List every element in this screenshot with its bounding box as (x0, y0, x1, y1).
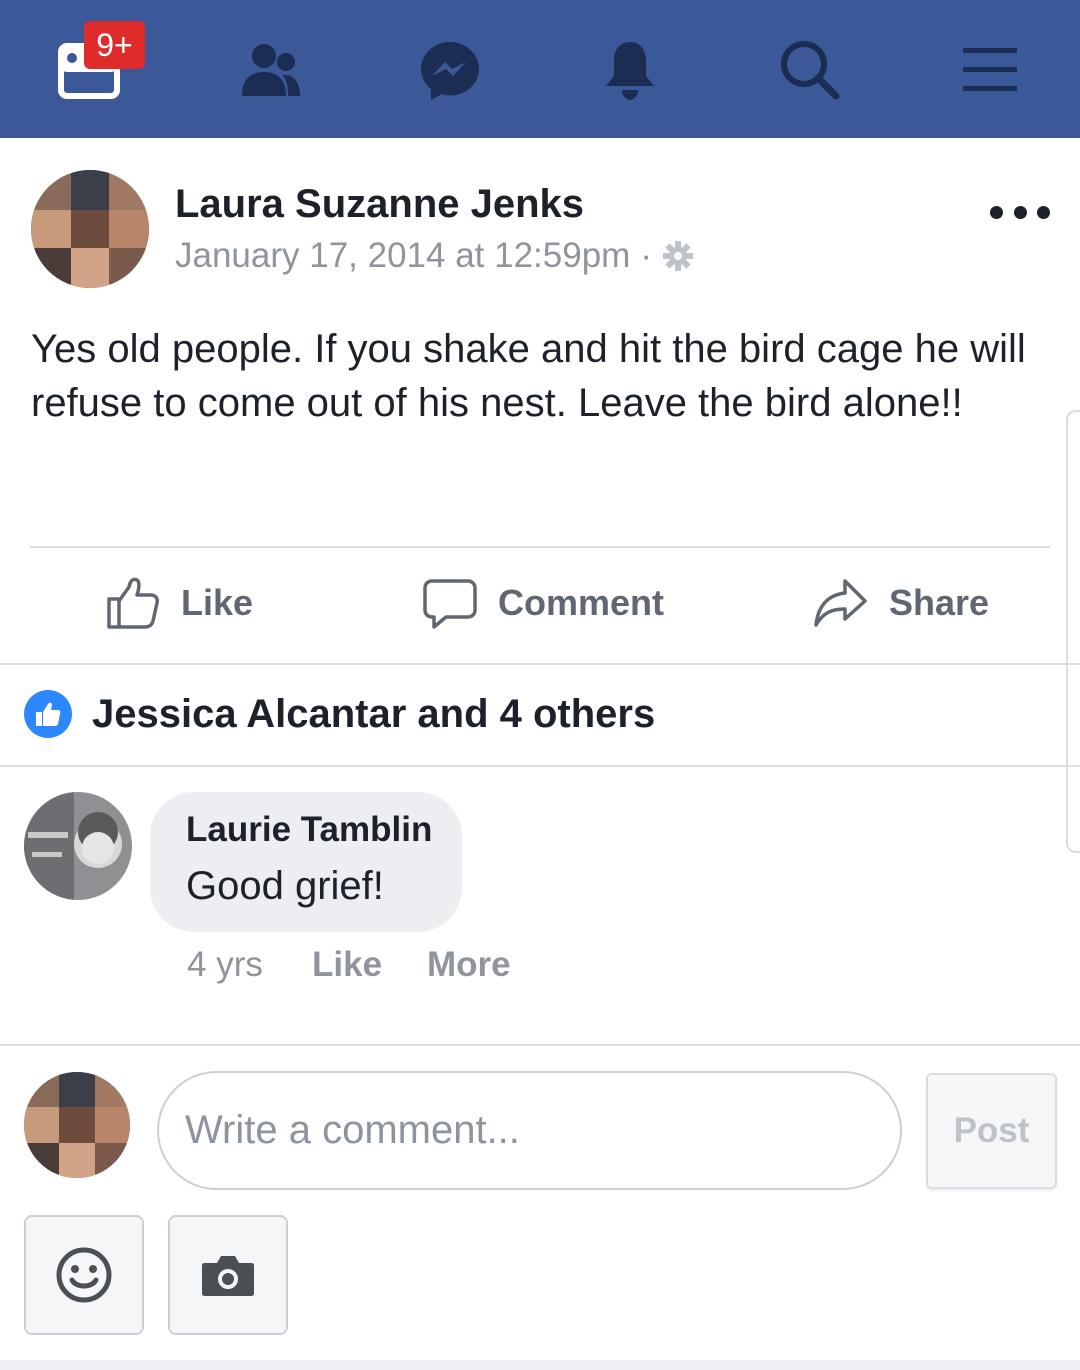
comment-bubble-icon (423, 579, 477, 629)
smiley-icon (56, 1247, 112, 1303)
friends-icon (242, 44, 300, 96)
top-nav-bar: 9+ (0, 0, 1080, 138)
privacy-gear-icon (662, 241, 693, 271)
current-user-avatar (24, 1072, 130, 1178)
post-meta: January 17, 2014 at 12:59pm · (175, 236, 694, 276)
dot (990, 205, 1003, 219)
like-button[interactable]: Like (105, 568, 253, 638)
post-author-name[interactable]: Laura Suzanne Jenks (175, 182, 584, 227)
comment-input[interactable]: Write a comment... (157, 1071, 902, 1190)
commenter-avatar[interactable] (24, 792, 132, 900)
dot (1013, 205, 1027, 219)
share-arrow-icon (814, 579, 867, 627)
scrollbar[interactable] (1066, 410, 1080, 853)
meta-separator: · (640, 236, 652, 275)
comment-label: Comment (498, 582, 665, 623)
post-author-avatar[interactable] (31, 170, 149, 288)
messenger-tab[interactable] (400, 20, 500, 120)
comment-like-link[interactable]: Like (312, 945, 382, 985)
comment-age: 4 yrs (187, 945, 263, 984)
camera-button[interactable] (168, 1215, 288, 1335)
comment-text: Good grief! (186, 864, 384, 908)
camera-icon (202, 1256, 254, 1296)
divider (0, 765, 1080, 767)
comment-more-link[interactable]: More (427, 945, 511, 985)
menu-tab[interactable] (940, 20, 1040, 120)
notifications-tab[interactable] (580, 20, 680, 120)
comment-bubble: Laurie Tamblin Good grief! (150, 792, 462, 932)
bell-icon (606, 42, 654, 100)
like-reaction-badge (24, 690, 72, 738)
share-label: Share (889, 582, 990, 623)
share-button[interactable]: Share (813, 568, 989, 638)
friends-tab[interactable] (220, 20, 320, 120)
emoji-button[interactable] (24, 1215, 144, 1335)
post-timestamp[interactable]: January 17, 2014 at 12:59pm (175, 236, 630, 276)
search-icon (781, 41, 840, 100)
bottom-edge (0, 1360, 1080, 1370)
notification-count-badge: 9+ (84, 21, 145, 69)
post-options-button[interactable] (990, 195, 1050, 229)
search-tab[interactable] (760, 20, 860, 120)
divider (30, 546, 1050, 548)
reactions-summary[interactable]: Jessica Alcantar and 4 others (24, 690, 655, 738)
post-comment-button[interactable]: Post (926, 1073, 1057, 1189)
messenger-icon (421, 42, 479, 100)
divider (0, 1044, 1080, 1046)
post-text: Yes old people. If you shake and hit the… (31, 327, 1026, 425)
menu-icon (963, 48, 1017, 91)
commenter-name[interactable]: Laurie Tamblin (186, 810, 462, 850)
reactions-text: Jessica Alcantar and 4 others (92, 691, 656, 736)
like-label: Like (181, 582, 254, 623)
thumbs-up-icon (107, 577, 159, 629)
dot (1037, 205, 1050, 219)
divider (0, 663, 1080, 665)
thumbs-up-icon (36, 702, 61, 726)
comment-button[interactable]: Comment (422, 568, 664, 638)
